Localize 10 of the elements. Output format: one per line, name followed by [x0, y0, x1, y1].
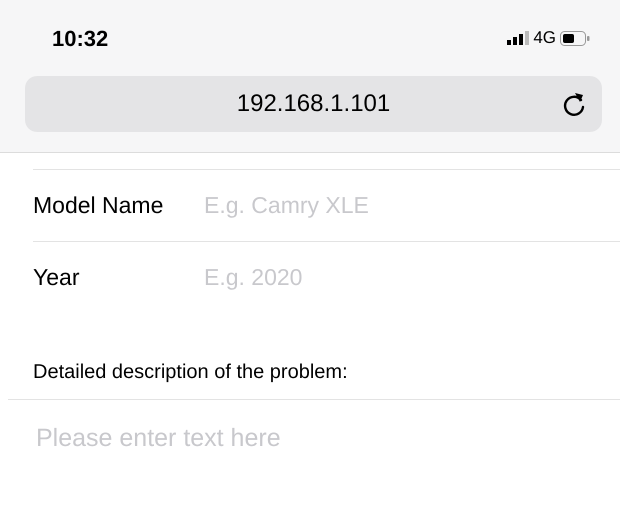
url-text: 192.168.1.101 [236, 89, 390, 119]
battery-icon [560, 30, 590, 46]
field-label: Year [33, 263, 80, 292]
field-label: Model Name [33, 191, 164, 220]
address-bar[interactable]: 192.168.1.101 [25, 76, 602, 132]
description-label: Detailed description of the problem: [33, 360, 349, 385]
network-label: 4G [533, 27, 556, 50]
signal-icon [507, 31, 530, 45]
status-time: 10:32 [52, 24, 108, 52]
reload-icon[interactable] [562, 91, 586, 117]
